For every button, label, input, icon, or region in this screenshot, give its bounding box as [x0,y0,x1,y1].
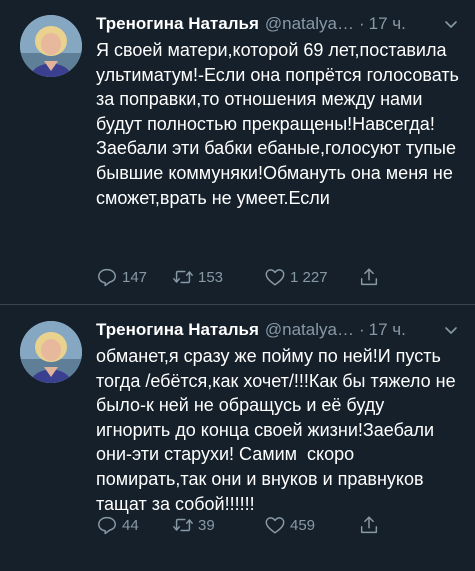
tweet-actions: 44 39 459 [96,514,435,536]
tweet-header: Треногина Наталья @natalya… · 17 ч. [96,318,461,342]
heart-icon [265,269,285,286]
reply-count: 147 [122,268,148,286]
author-handle[interactable]: @natalya… [265,14,354,34]
share-button[interactable] [358,514,384,536]
heart-icon [265,517,285,534]
reply-icon [98,268,116,287]
reply-button[interactable]: 147 [96,266,172,288]
author-name[interactable]: Треногина Наталья [96,14,259,34]
chevron-down-icon[interactable] [443,322,459,338]
reply-icon [98,516,116,535]
retweet-icon [173,270,193,284]
retweet-count: 39 [198,516,215,534]
tweet-actions: 147 153 1 227 [96,266,435,288]
tweet-text: обманет,я сразу же пойму по ней!И пусть … [96,346,461,514]
tweet[interactable]: Треногина Наталья @natalya… · 17 ч. Я св… [0,0,475,306]
separator-dot: · [358,14,365,33]
separator-dot: · [358,320,365,339]
retweet-button[interactable]: 39 [172,514,264,536]
author-handle[interactable]: @natalya… [265,320,354,340]
share-icon [360,516,378,534]
share-icon [360,268,378,286]
reply-count: 44 [122,516,139,534]
retweet-icon [173,518,193,532]
reply-button[interactable]: 44 [96,514,172,536]
tweet[interactable]: Треногина Наталья @natalya… · 17 ч. обма… [0,306,475,571]
chevron-down-icon[interactable] [443,16,459,32]
timestamp[interactable]: 17 ч. [369,320,406,340]
like-button[interactable]: 1 227 [264,266,358,288]
timestamp[interactable]: 17 ч. [369,14,406,34]
avatar[interactable] [20,15,82,77]
retweet-button[interactable]: 153 [172,266,264,288]
tweet-header: Треногина Наталья @natalya… · 17 ч. [96,12,461,36]
retweet-count: 153 [198,268,224,286]
author-name[interactable]: Треногина Наталья [96,320,259,340]
like-count: 1 227 [290,268,328,286]
like-count: 459 [290,516,316,534]
tweet-text: Я своей матери,которой 69 лет,поставила … [96,40,464,208]
tweet-divider [0,304,475,305]
avatar[interactable] [20,321,82,383]
share-button[interactable] [358,266,384,288]
like-button[interactable]: 459 [264,514,358,536]
